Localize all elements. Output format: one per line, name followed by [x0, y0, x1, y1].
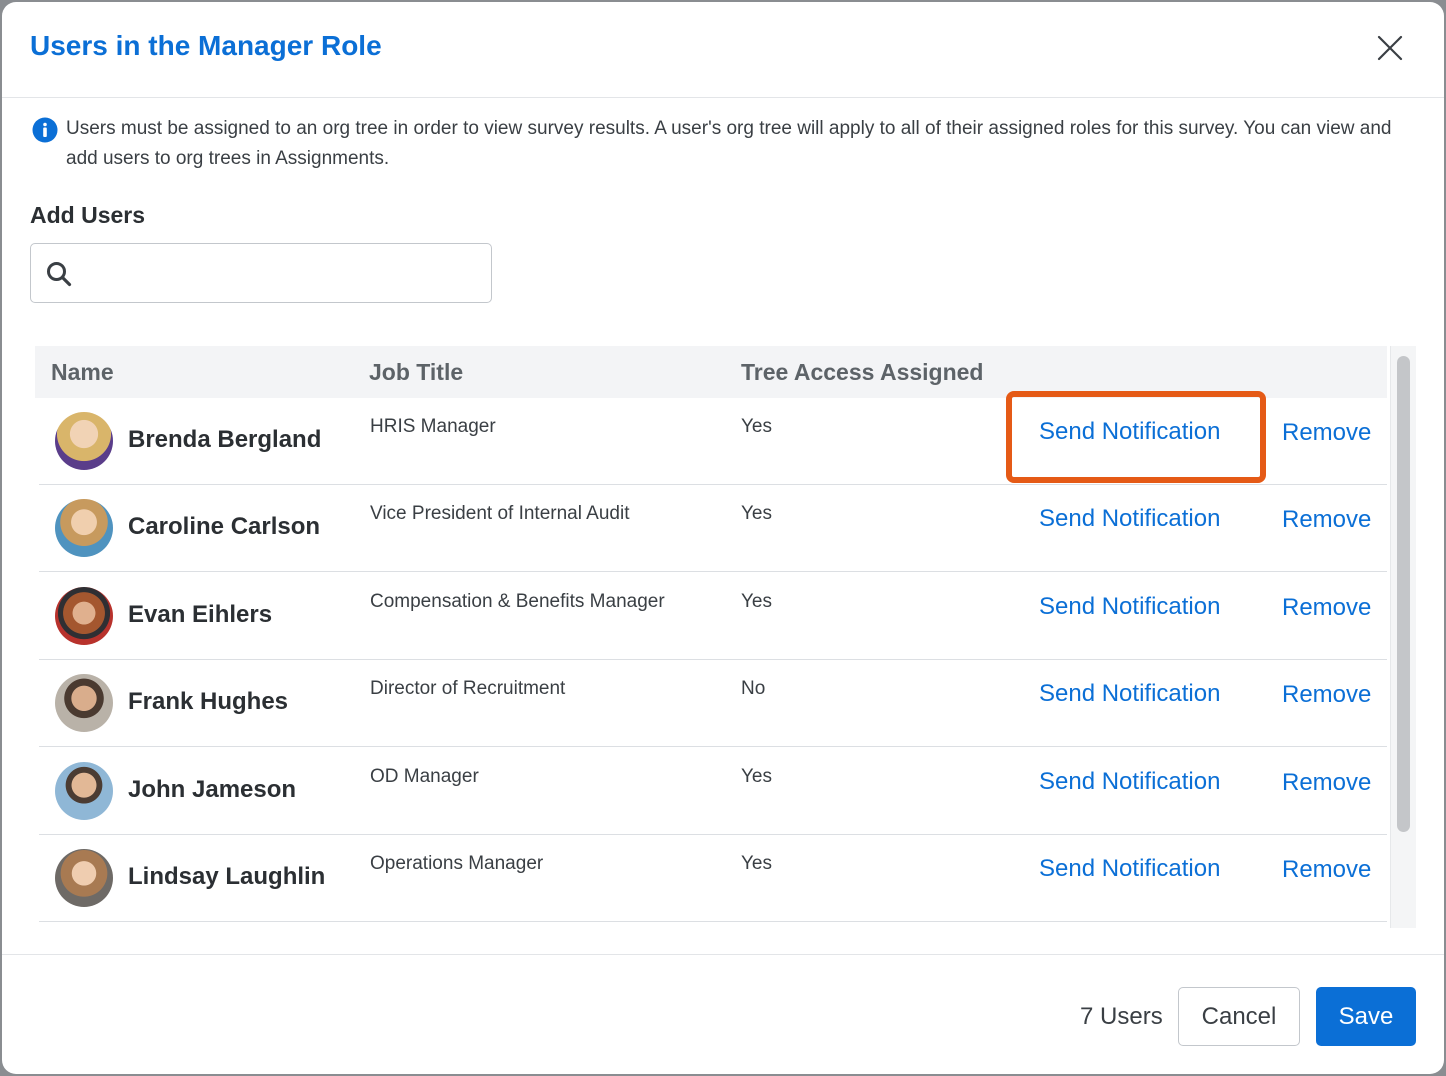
info-message: Users must be assigned to an org tree in… [32, 114, 1412, 174]
user-name: Lindsay Laughlin [128, 863, 326, 890]
user-count: 7 Users [1080, 1003, 1163, 1030]
tree-access: Yes [741, 591, 772, 612]
users-in-role-dialog: Users in the Manager Role Users must be … [2, 2, 1444, 1074]
scrollbar-thumb[interactable] [1397, 356, 1410, 832]
send-notification-link[interactable]: Send Notification [1039, 855, 1220, 883]
info-text: Users must be assigned to an org tree in… [66, 118, 1392, 169]
users-table: Name Job Title Tree Access Assigned Bren… [35, 346, 1387, 928]
search-input[interactable] [85, 254, 481, 292]
table-row: Evan Eihlers Compensation & Benefits Man… [39, 573, 1387, 660]
avatar [55, 674, 113, 732]
tree-access: Yes [741, 766, 772, 787]
close-icon[interactable] [1372, 30, 1408, 66]
avatar [55, 587, 113, 645]
remove-link[interactable]: Remove [1282, 594, 1371, 622]
search-icon [45, 260, 73, 288]
remove-link[interactable]: Remove [1282, 856, 1371, 884]
user-name: Evan Eihlers [128, 601, 273, 628]
header-job-title: Job Title [369, 359, 464, 385]
table-row: Frank Hughes Director of Recruitment No … [39, 660, 1387, 747]
dialog-footer: 7 Users Cancel Save [2, 954, 1444, 1074]
dialog-header: Users in the Manager Role [2, 2, 1444, 98]
avatar [55, 499, 113, 557]
avatar [55, 849, 113, 907]
table-row: John Jameson OD Manager Yes Send Notific… [39, 748, 1387, 835]
remove-link[interactable]: Remove [1282, 506, 1371, 534]
info-icon [32, 117, 58, 143]
send-notification-link[interactable]: Send Notification [1039, 505, 1220, 533]
send-notification-link[interactable]: Send Notification [1039, 593, 1220, 621]
avatar [55, 412, 113, 470]
tree-access: Yes [741, 503, 772, 524]
send-notification-link[interactable]: Send Notification [1039, 418, 1220, 446]
search-box[interactable] [30, 243, 492, 303]
tree-access: No [741, 678, 766, 699]
remove-link[interactable]: Remove [1282, 769, 1371, 797]
tree-access: Yes [741, 416, 772, 437]
job-title: Compensation & Benefits Manager [370, 591, 665, 612]
cancel-button[interactable]: Cancel [1178, 987, 1300, 1046]
dialog-title: Users in the Manager Role [30, 30, 382, 61]
job-title: Vice President of Internal Audit [370, 503, 630, 524]
table-row: Lindsay Laughlin Operations Manager Yes … [39, 835, 1387, 922]
table-row: Brenda Bergland HRIS Manager Yes Send No… [39, 398, 1387, 485]
send-notification-link[interactable]: Send Notification [1039, 680, 1220, 708]
table-header: Name Job Title Tree Access Assigned [35, 346, 1387, 398]
header-name: Name [51, 359, 114, 385]
avatar [55, 762, 113, 820]
remove-link[interactable]: Remove [1282, 681, 1371, 709]
send-notification-link[interactable]: Send Notification [1039, 768, 1220, 796]
user-name: Caroline Carlson [128, 513, 321, 540]
job-title: OD Manager [370, 766, 479, 787]
save-button[interactable]: Save [1316, 987, 1416, 1046]
user-name: John Jameson [128, 776, 297, 803]
table-row: Caroline Carlson Vice President of Inter… [39, 485, 1387, 572]
user-name: Frank Hughes [128, 688, 289, 715]
table-scrollbar[interactable] [1390, 346, 1416, 928]
job-title: Director of Recruitment [370, 678, 566, 699]
job-title: HRIS Manager [370, 416, 496, 437]
user-name: Brenda Bergland [128, 426, 322, 453]
tree-access: Yes [741, 853, 772, 874]
header-tree-access: Tree Access Assigned [741, 359, 984, 385]
job-title: Operations Manager [370, 853, 544, 874]
remove-link[interactable]: Remove [1282, 419, 1371, 447]
add-users-label: Add Users [30, 202, 146, 228]
